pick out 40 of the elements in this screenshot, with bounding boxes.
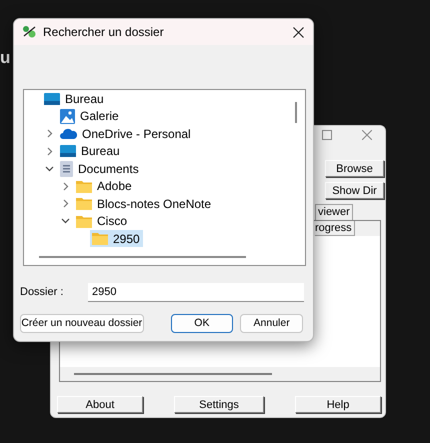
tree-item[interactable]: Bureau (42, 90, 107, 108)
tree-item[interactable]: Blocs-notes OneNote (74, 195, 214, 212)
window-button[interactable]: Browse (325, 160, 384, 177)
input-field[interactable]: 2950 (88, 283, 304, 302)
image-icon (60, 108, 75, 124)
tree-item[interactable]: Cisco (74, 212, 130, 230)
close-icon[interactable] (293, 26, 304, 38)
chevron-down-icon[interactable] (61, 218, 70, 224)
cloud-icon (60, 128, 77, 140)
folder-icon (76, 180, 92, 193)
folder-icon (76, 214, 92, 228)
folder-icon (92, 232, 108, 246)
app-icon (22, 25, 37, 39)
footer-button[interactable]: About (57, 396, 143, 413)
tree-item[interactable]: 2950 (90, 230, 143, 248)
dialog-button[interactable]: OK (170, 314, 234, 333)
folder-icon (76, 197, 92, 210)
tree-item[interactable]: Galerie (58, 108, 122, 125)
tree-item[interactable]: Documents (58, 160, 142, 178)
tab[interactable]: viewer (315, 204, 353, 220)
document-icon (60, 160, 73, 177)
tree-item[interactable]: Bureau (58, 142, 123, 160)
dialog-button[interactable]: Annuler (240, 314, 303, 333)
monitor-icon (44, 92, 60, 105)
scrollbar-thumb[interactable] (39, 256, 246, 258)
field-label: Dossier : (20, 285, 64, 300)
maximize-icon[interactable] (322, 130, 332, 140)
scrollbar-thumb[interactable] (74, 373, 272, 375)
footer-button[interactable]: Settings (174, 396, 264, 413)
dialog-button[interactable]: Créer un nouveau dossier (20, 314, 144, 333)
window-title: Rechercher un dossier (43, 24, 164, 41)
monitor-icon (60, 145, 76, 158)
tree-item[interactable]: OneDrive - Personal (58, 125, 194, 142)
chevron-down-icon[interactable] (45, 166, 54, 172)
window-button[interactable]: Show Dir (325, 182, 384, 199)
column-header[interactable]: rogress (315, 221, 355, 236)
footer-button[interactable]: Help (295, 396, 381, 413)
tree-item[interactable]: Adobe (74, 178, 135, 195)
scrollbar-thumb[interactable] (295, 102, 297, 123)
background-text: u (0, 48, 10, 68)
